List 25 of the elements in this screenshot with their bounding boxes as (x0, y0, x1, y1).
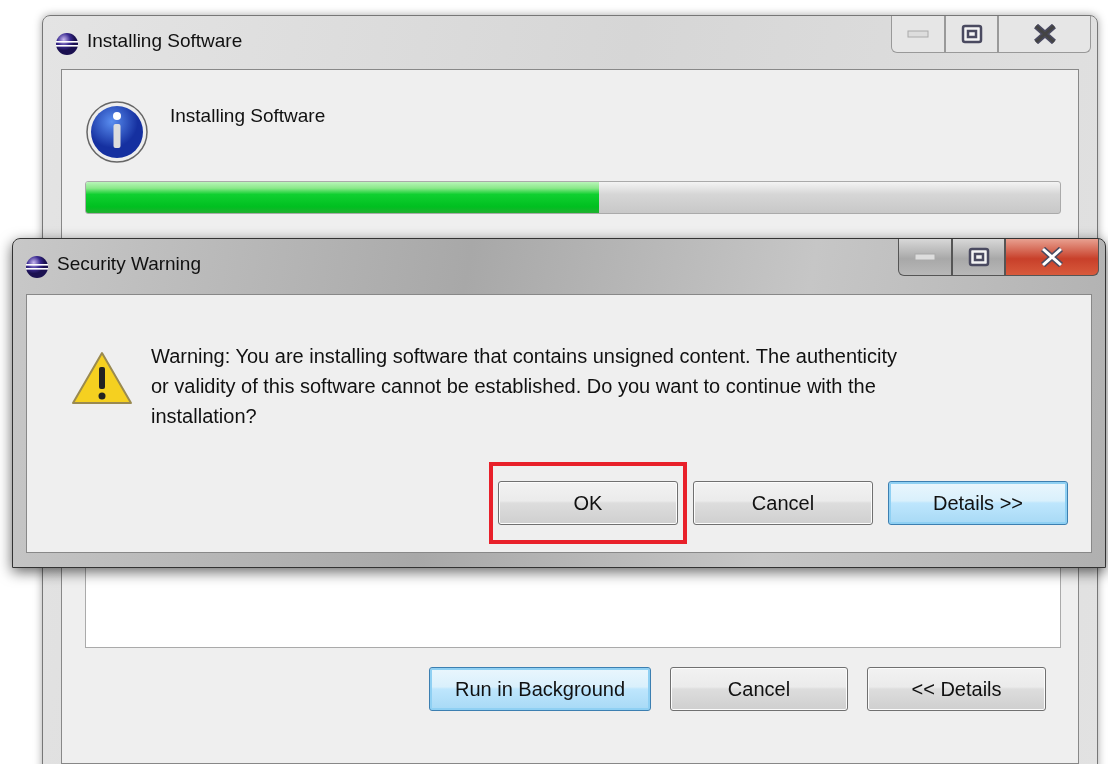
maximize-icon (960, 24, 983, 44)
window-title: Installing Software (87, 30, 243, 52)
warning-icon (71, 351, 133, 405)
dialog-button[interactable]: << Details (867, 667, 1046, 711)
status-heading: Installing Software (170, 105, 326, 127)
dialog-button[interactable]: Details >> (888, 481, 1068, 525)
dialog-button[interactable]: Run in Background (429, 667, 651, 711)
close-icon (1040, 247, 1064, 267)
dialog-title: Security Warning (57, 253, 201, 275)
sphere-icon (55, 32, 79, 56)
dialog-button[interactable]: OK (498, 481, 678, 525)
close-icon (1032, 24, 1057, 44)
minimize-icon (914, 253, 936, 261)
maximize-icon (967, 247, 990, 267)
minimize-button[interactable] (898, 239, 952, 276)
minimize-icon (907, 30, 929, 38)
info-icon (86, 101, 148, 163)
dialog-button[interactable]: Cancel (670, 667, 848, 711)
sphere-icon (25, 255, 49, 279)
maximize-button[interactable] (945, 16, 998, 53)
dialog-button[interactable]: Cancel (693, 481, 873, 525)
warning-message: Warning: You are installing software that contains unsigned content. The authenticity or validity of this software cannot be established. Do you want to continue with the installation? (151, 344, 899, 429)
close-button[interactable] (998, 16, 1091, 53)
close-button[interactable] (1005, 239, 1099, 276)
maximize-button[interactable] (952, 239, 1005, 276)
